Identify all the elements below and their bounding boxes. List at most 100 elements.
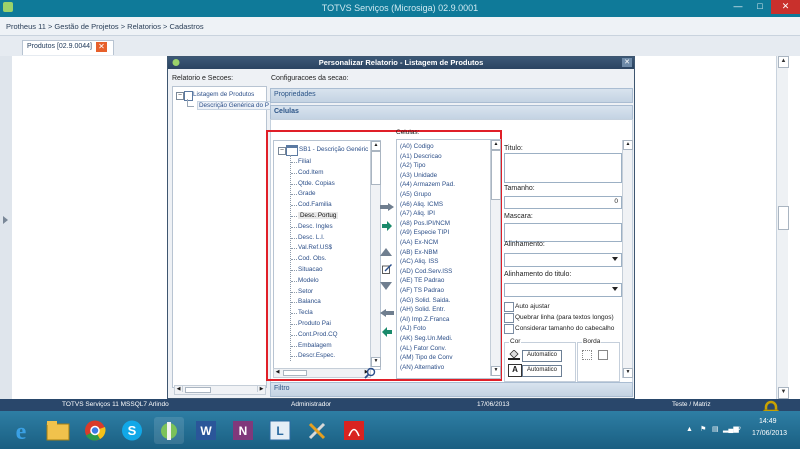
wrap-text-checkbox[interactable] (504, 313, 514, 323)
collapse-icon[interactable]: – (176, 92, 184, 100)
title-alignment-select[interactable] (504, 283, 622, 297)
field-item[interactable]: Desc. Portug (298, 212, 339, 219)
cell-item[interactable]: (AD) Cod.Serv.ISS (400, 268, 452, 275)
collapse-icon[interactable]: – (278, 147, 286, 155)
properties-vscroll[interactable]: ▲ ▼ (622, 140, 633, 378)
field-item[interactable]: Filial (298, 158, 311, 165)
filter-section-header[interactable]: Filtro (270, 382, 633, 397)
tree-hscroll[interactable]: ◀ ▶ (174, 385, 266, 395)
cell-item[interactable]: (A3) Unidade (400, 172, 437, 179)
tools-icon[interactable] (302, 417, 332, 444)
move-up-icon[interactable] (380, 248, 392, 256)
cell-item[interactable]: (AA) Ex-NCM (400, 239, 438, 246)
edit-icon[interactable] (382, 264, 392, 274)
cell-item[interactable]: (AB) Ex-NBM (400, 249, 438, 256)
cells-section-header[interactable]: Celulas (270, 105, 633, 120)
size-field[interactable]: 0 (504, 196, 622, 209)
scroll-thumb[interactable] (371, 151, 381, 185)
close-button[interactable]: ✕ (771, 0, 800, 14)
fields-vscroll[interactable]: ▲ ▼ (370, 141, 381, 367)
move-all-right-icon[interactable] (382, 221, 392, 231)
field-item[interactable]: Cont.Prod.CQ (298, 331, 338, 338)
field-item[interactable]: Qtde. Copias (298, 180, 335, 187)
move-left-icon[interactable] (380, 309, 394, 317)
chrome-icon[interactable] (80, 417, 110, 444)
cell-item[interactable]: (A2) Tipo (400, 162, 426, 169)
field-item[interactable]: Cod. Obs. (298, 255, 326, 262)
scroll-down-icon[interactable]: ▼ (371, 357, 381, 367)
cell-item[interactable]: (A4) Armazem Pad. (400, 181, 455, 188)
cell-item[interactable]: (AC) Aliq. ISS (400, 258, 439, 265)
field-item[interactable]: Tecla (298, 309, 313, 316)
cell-item[interactable]: (AJ) Foto (400, 325, 426, 332)
cell-item[interactable]: (AG) Solid. Saida. (400, 297, 450, 304)
field-item[interactable]: Produto Pai (298, 320, 331, 327)
move-down-icon[interactable] (380, 282, 392, 290)
field-item[interactable]: Cod.Item (298, 169, 324, 176)
tab-produtos[interactable]: Produtos [02.9.0044] ✕ (22, 40, 114, 55)
background-color-button[interactable]: Automatico (522, 350, 562, 362)
title-field[interactable] (504, 153, 622, 183)
cell-item[interactable]: (AL) Fator Conv. (400, 345, 446, 352)
clock-time[interactable]: 14:49 (759, 418, 777, 425)
move-all-left-icon[interactable] (382, 327, 392, 337)
field-item[interactable]: Cod.Familia (298, 201, 332, 208)
close-tab-icon[interactable]: ✕ (96, 42, 107, 52)
scroll-up-icon[interactable]: ▲ (371, 141, 381, 151)
tray-expand-icon[interactable]: ▲ (686, 426, 693, 433)
maximize-button[interactable]: □ (749, 0, 771, 14)
field-item[interactable]: Descr.Espec. (298, 352, 335, 359)
scroll-thumb[interactable] (491, 150, 501, 200)
protheus-icon[interactable] (154, 417, 184, 444)
cell-item[interactable]: (A0) Codigo (400, 143, 434, 150)
cell-item[interactable]: (AE) TE Padrao (400, 277, 444, 284)
skype-icon[interactable]: S (117, 417, 147, 444)
alignment-select[interactable] (504, 253, 622, 267)
field-item[interactable]: Desc. Ingles (298, 223, 333, 230)
scroll-up-icon[interactable]: ▲ (778, 56, 789, 68)
cell-item[interactable]: (AF) TS Padrao (400, 287, 444, 294)
field-item[interactable]: Modelo (298, 277, 319, 284)
cells-vscroll[interactable]: ▲ ▼ (490, 140, 501, 376)
cell-item[interactable]: (A9) Especie TIPI (400, 229, 449, 236)
cell-item[interactable]: (A5) Grupo (400, 191, 431, 198)
flag-icon[interactable]: ⚑ (700, 425, 706, 433)
scroll-down-icon[interactable]: ▼ (491, 366, 501, 376)
field-item[interactable]: Desc. L.I. (298, 234, 325, 241)
main-vertical-scrollbar[interactable]: ▲ ▼ (776, 56, 789, 399)
move-right-icon[interactable] (380, 203, 394, 211)
cell-item[interactable]: (A7) Aliq. IPI (400, 210, 435, 217)
field-item[interactable]: Balanca (298, 298, 321, 305)
cell-item[interactable]: (A8) Pos.IPI/NCM (400, 220, 450, 227)
signal-icon[interactable]: ▂▄▆ (723, 425, 739, 433)
minimize-button[interactable]: — (727, 0, 749, 14)
auto-fit-checkbox[interactable] (504, 302, 514, 312)
font-color-button[interactable]: Automatico (522, 365, 562, 377)
fields-hscroll[interactable]: ◀ ▶ (273, 368, 371, 378)
border-none-icon[interactable] (582, 350, 592, 360)
field-item[interactable]: Situacao (298, 266, 323, 273)
field-item[interactable]: Val.Ref.US$ (298, 244, 332, 251)
internet-explorer-icon[interactable]: e (6, 417, 36, 445)
field-item[interactable]: Embalagem (298, 342, 332, 349)
dialog-close-button[interactable]: ✕ (622, 58, 632, 67)
cell-item[interactable]: (AH) Solid. Entr. (400, 306, 445, 313)
scroll-down-icon[interactable]: ▼ (778, 387, 789, 399)
cell-item[interactable]: (A6) Aliq. ICMS (400, 201, 443, 208)
properties-section-header[interactable]: Propriedades (270, 88, 633, 103)
scroll-up-icon[interactable]: ▲ (491, 140, 501, 150)
file-explorer-icon[interactable] (43, 417, 73, 444)
volume-icon[interactable]: ♪ (738, 425, 742, 432)
clock-date[interactable]: 17/06/2013 (752, 430, 787, 437)
header-size-checkbox[interactable] (504, 324, 514, 334)
tree-item-section[interactable]: Descrição Genérica do P (197, 101, 271, 110)
scroll-thumb[interactable] (778, 206, 789, 230)
border-all-icon[interactable] (598, 350, 608, 360)
left-panel-toggle[interactable] (0, 56, 12, 399)
fields-root-label[interactable]: SB1 - Descrição Genéric (299, 146, 368, 153)
onenote-icon[interactable]: N (228, 417, 258, 444)
scroll-down-icon[interactable]: ▼ (623, 368, 633, 378)
scroll-up-icon[interactable]: ▲ (623, 140, 633, 150)
cell-item[interactable]: (AI) Imp.Z.Franca (400, 316, 449, 323)
field-item[interactable]: Grade (298, 190, 316, 197)
